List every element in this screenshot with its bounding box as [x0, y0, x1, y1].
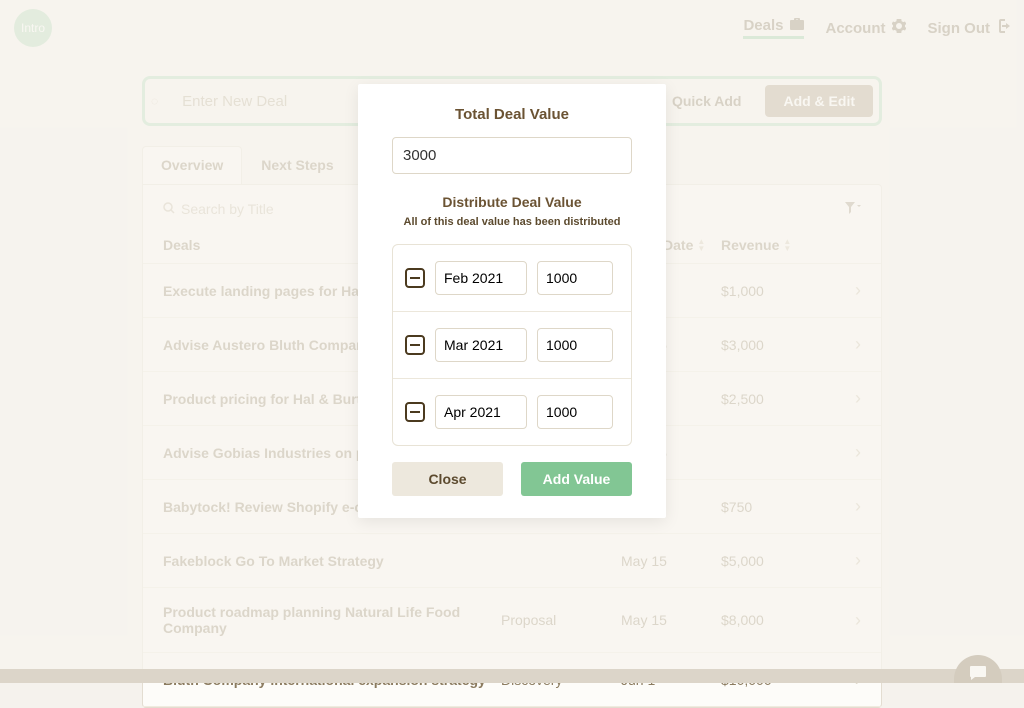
distribution-row — [393, 312, 631, 379]
month-input[interactable] — [435, 328, 527, 362]
distribute-note: All of this deal value has been distribu… — [392, 216, 632, 228]
close-button[interactable]: Close — [392, 462, 503, 496]
value-input[interactable] — [537, 261, 613, 295]
value-input[interactable] — [537, 395, 613, 429]
remove-entry-button[interactable] — [405, 402, 425, 422]
deal-value-modal: Total Deal Value Distribute Deal Value A… — [358, 84, 666, 518]
month-input[interactable] — [435, 261, 527, 295]
month-input[interactable] — [435, 395, 527, 429]
distribution-row — [393, 245, 631, 312]
total-deal-value-label: Total Deal Value — [392, 106, 632, 123]
modal-overlay: Total Deal Value Distribute Deal Value A… — [0, 0, 1024, 683]
distribution-row — [393, 379, 631, 445]
value-input[interactable] — [537, 328, 613, 362]
remove-entry-button[interactable] — [405, 335, 425, 355]
distribute-label: Distribute Deal Value — [392, 194, 632, 210]
add-value-button[interactable]: Add Value — [521, 462, 632, 496]
remove-entry-button[interactable] — [405, 268, 425, 288]
total-value-input[interactable] — [392, 137, 632, 174]
